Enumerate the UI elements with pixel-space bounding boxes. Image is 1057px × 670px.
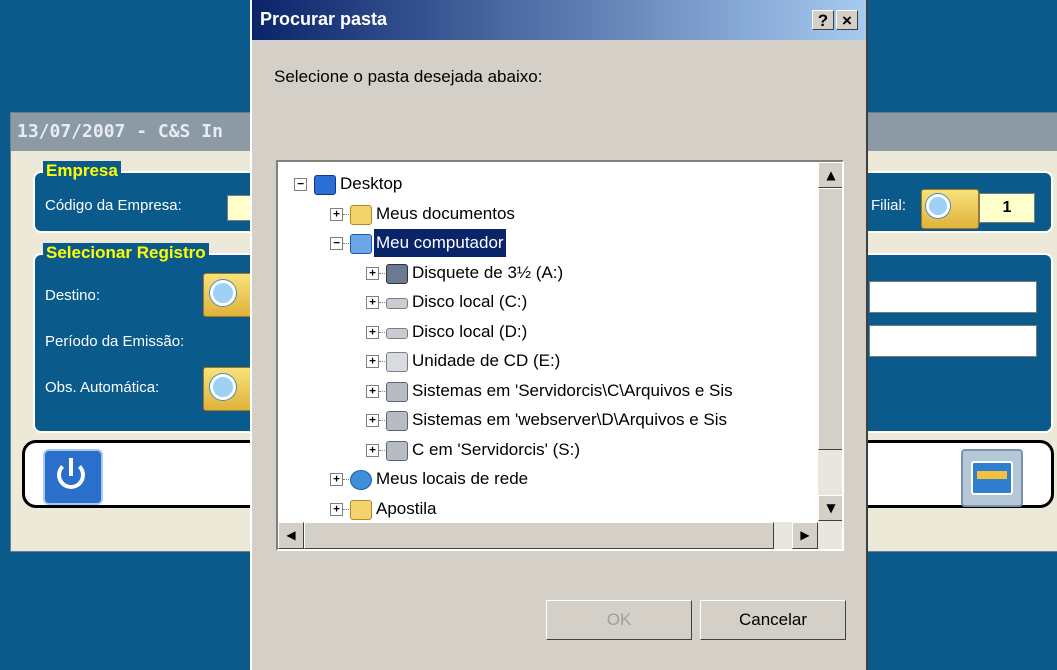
vertical-scroll-thumb[interactable]	[818, 188, 842, 450]
network-drive-icon	[386, 440, 408, 461]
hard-disk-icon	[386, 298, 408, 309]
tree-item-label: Sistemas em 'Servidorcis\C\Arquivos e Si…	[412, 380, 733, 400]
scroll-right-button[interactable]: ▶	[792, 522, 818, 549]
network-drive-icon	[386, 381, 408, 402]
tree-item[interactable]: + Unidade de CD (E:)	[278, 347, 818, 375]
expand-icon[interactable]: +	[330, 502, 343, 516]
filial-search-button[interactable]	[921, 189, 979, 229]
periodo-emissao-label: Período da Emissão:	[45, 333, 185, 350]
expand-icon[interactable]: +	[366, 384, 379, 398]
empresa-group-label: Empresa	[43, 161, 121, 181]
tree-item[interactable]: + C em 'Servidorcis' (S:)	[278, 436, 818, 464]
scroll-left-button[interactable]: ◀	[278, 522, 304, 549]
expand-icon[interactable]: +	[366, 443, 379, 457]
tree-item-label: Disco local (C:)	[412, 292, 528, 311]
expand-icon[interactable]: +	[330, 473, 343, 486]
transfer-button[interactable]	[961, 449, 1023, 507]
tree-item-label: Disco local (D:)	[412, 321, 528, 341]
tree-item[interactable]: + Disquete de 3½ (A:)	[278, 259, 818, 287]
horizontal-scroll-thumb[interactable]	[304, 522, 774, 549]
tree-item-label: Desktop	[340, 174, 403, 193]
expand-icon[interactable]: +	[366, 355, 379, 368]
tree-item[interactable]: − Meu computador	[278, 229, 818, 257]
expand-icon[interactable]: +	[366, 325, 379, 339]
vertical-scrollbar[interactable]: ▲ ▼	[818, 162, 842, 522]
folder-tree[interactable]: − Desktop + Meus documentos − Meu computador +…	[276, 160, 844, 551]
dialog-title-bar: Procurar pasta ? ×	[252, 0, 866, 40]
tree-item[interactable]: + Meus locais de rede	[278, 465, 818, 493]
scroll-down-button[interactable]: ▼	[818, 495, 842, 521]
tree-item-label: Meus locais de rede	[376, 469, 529, 488]
tree-item[interactable]: + Apostila	[278, 495, 818, 523]
horizontal-scrollbar[interactable]: ◀ ▶	[278, 522, 842, 549]
destino-search-button[interactable]	[203, 273, 253, 317]
obs-search-button[interactable]	[203, 367, 253, 411]
floppy-drive-icon	[386, 263, 408, 284]
expand-icon[interactable]: +	[366, 296, 379, 309]
tree-item-label: Disquete de 3½ (A:)	[412, 262, 564, 282]
computer-icon	[350, 234, 372, 254]
tree-item-label: Unidade de CD (E:)	[412, 351, 561, 370]
hard-disk-icon	[386, 327, 408, 339]
expand-icon[interactable]: +	[366, 266, 379, 280]
cancel-button[interactable]: Cancelar	[700, 600, 846, 640]
help-button[interactable]: ?	[812, 10, 834, 30]
folder-tree-items: − Desktop + Meus documentos − Meu computador +…	[278, 162, 818, 522]
transfer-arrow-icon	[977, 471, 1007, 479]
collapse-icon[interactable]: −	[330, 237, 343, 250]
tree-item[interactable]: + Sistemas em 'Servidorcis\C\Arquivos e S…	[278, 377, 818, 405]
scroll-up-button[interactable]: ▲	[818, 162, 842, 188]
desktop-icon	[314, 175, 336, 195]
tree-item[interactable]: + Meus documentos	[278, 200, 818, 228]
dialog-title: Procurar pasta	[260, 9, 388, 29]
tree-item-label: Sistemas em 'webserver\D\Arquivos e Sis	[412, 410, 728, 429]
tree-item-label: Apostila	[376, 498, 437, 518]
magnifier-icon	[210, 374, 236, 400]
magnifier-icon	[926, 194, 950, 218]
tree-item-label: C em 'Servidorcis' (S:)	[412, 439, 581, 459]
expand-icon[interactable]: +	[330, 207, 343, 221]
destino-input[interactable]	[869, 281, 1037, 313]
magnifier-icon	[210, 280, 236, 306]
tree-item[interactable]: + Disco local (C:)	[278, 288, 818, 316]
documents-folder-icon	[350, 204, 372, 225]
tree-item[interactable]: − Desktop	[278, 170, 818, 198]
cd-drive-icon	[386, 352, 408, 372]
browse-folder-dialog: Procurar pasta ? × Selecione o pasta des…	[250, 0, 868, 670]
network-places-icon	[350, 470, 372, 490]
tree-item-label: Meu computador	[374, 229, 506, 257]
codigo-empresa-label: Código da Empresa:	[45, 197, 182, 214]
periodo-emissao-input[interactable]	[869, 325, 1037, 357]
dialog-prompt: Selecione o pasta desejada abaixo:	[274, 67, 543, 86]
obs-automatica-label: Obs. Automática:	[45, 379, 160, 396]
filial-input[interactable]: 1	[979, 193, 1035, 223]
folder-icon	[350, 499, 372, 520]
filial-label: Filial:	[871, 197, 907, 214]
ok-button[interactable]: OK	[546, 600, 692, 640]
tree-item-label: Meus documentos	[376, 203, 515, 223]
power-icon-stem	[69, 458, 73, 476]
expand-icon[interactable]: +	[366, 414, 379, 427]
destino-label: Destino:	[45, 287, 101, 304]
tree-item[interactable]: + Sistemas em 'webserver\D\Arquivos e Sis	[278, 406, 818, 434]
selecionar-registro-label: Selecionar Registro	[43, 243, 209, 263]
network-drive-icon	[386, 411, 408, 431]
power-button[interactable]	[43, 449, 103, 505]
close-button[interactable]: ×	[836, 10, 858, 30]
collapse-icon[interactable]: −	[294, 178, 307, 191]
tree-item[interactable]: + Disco local (D:)	[278, 318, 818, 346]
